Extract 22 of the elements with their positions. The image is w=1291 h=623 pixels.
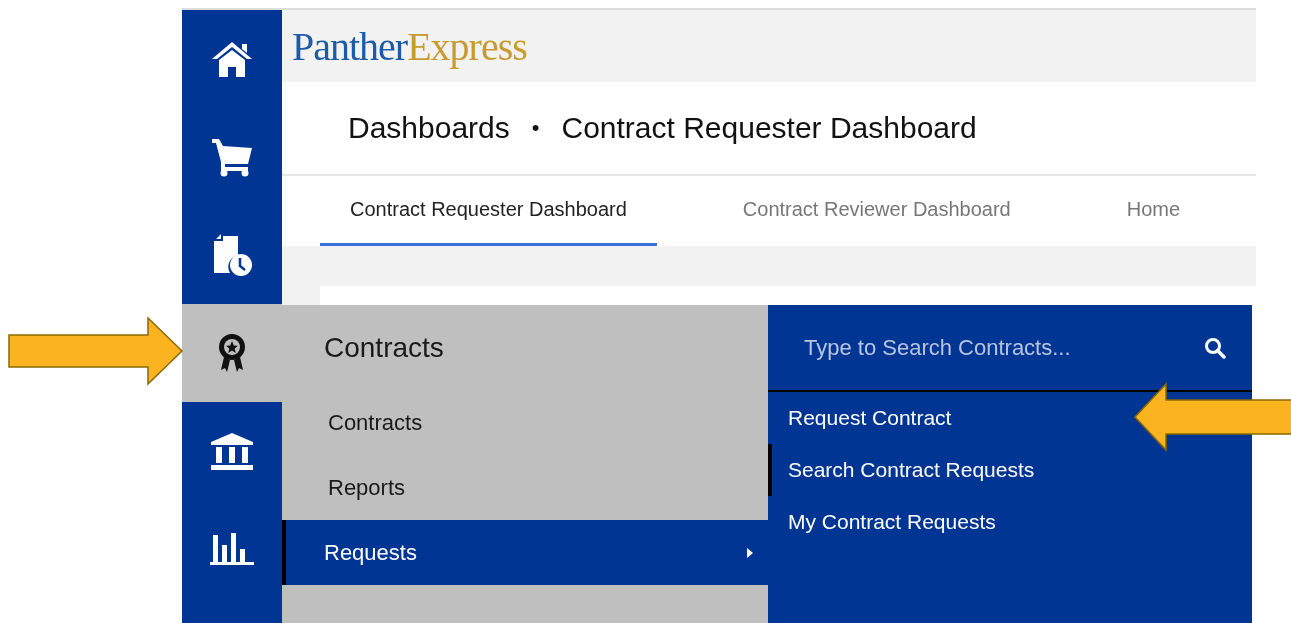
search-field[interactable]: Type to Search Contracts...	[802, 333, 1194, 362]
menu-heading: Contracts	[323, 330, 445, 365]
menu-item[interactable]: Requests	[282, 520, 768, 585]
submenu-item[interactable]: Request Contract	[768, 392, 964, 444]
menu-item[interactable]: Contracts	[282, 390, 768, 455]
tab[interactable]: Contract Reviewer Dashboard	[712, 176, 1041, 246]
breadcrumb-separator: •	[531, 115, 540, 141]
search-icon[interactable]	[1204, 336, 1226, 359]
tab[interactable]: Contract Requester Dashboard	[320, 176, 657, 246]
breadcrumb: Dashboards	[348, 111, 510, 145]
breadcrumb: Contract Requester Dashboard	[561, 111, 977, 145]
tab[interactable]: Home	[1096, 176, 1211, 246]
award-icon	[217, 332, 247, 374]
logo: PantherExpress	[292, 22, 527, 70]
bank-icon	[209, 431, 255, 471]
home-icon	[210, 39, 254, 79]
menu-item[interactable]: Reports	[282, 455, 768, 520]
sidebar-item[interactable]	[182, 304, 282, 402]
cart-icon	[210, 136, 254, 178]
submenu-item[interactable]: My Contract Requests	[768, 496, 1008, 548]
submenu-item[interactable]: Search Contract Requests	[768, 444, 1047, 496]
bar-chart-icon	[209, 531, 255, 567]
